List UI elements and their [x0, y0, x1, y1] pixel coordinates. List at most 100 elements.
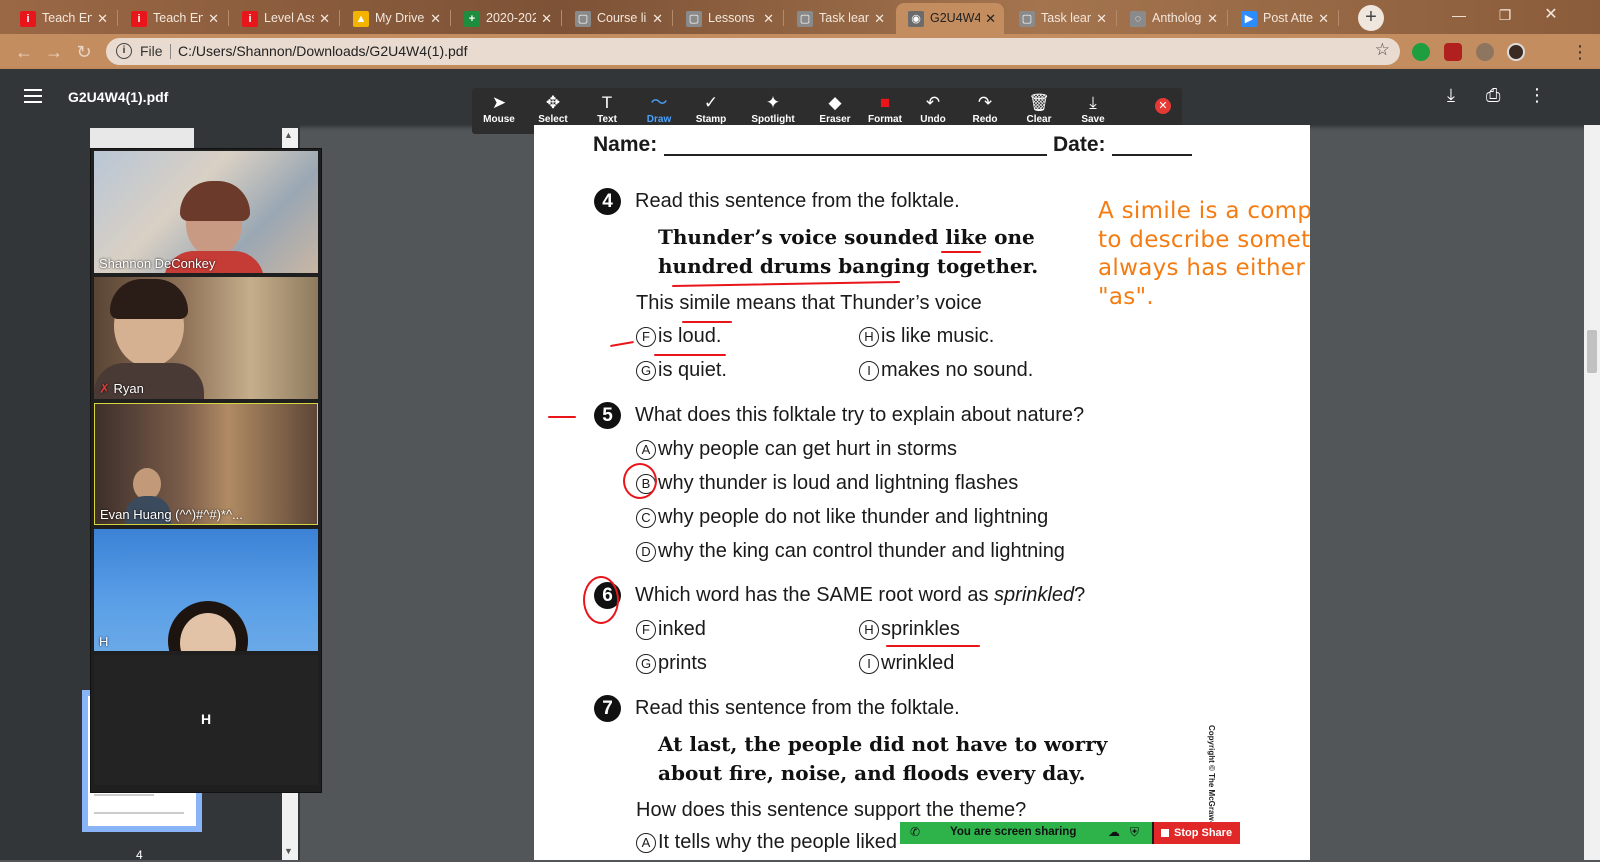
tool-label: Mouse — [483, 114, 515, 125]
scroll-down-icon[interactable]: ▼ — [284, 846, 293, 856]
format-icon: ■ — [879, 93, 891, 112]
page-thumbnail[interactable] — [90, 128, 194, 148]
share-status[interactable]: ✆ You are screen sharing ☁ ⛨ — [900, 822, 1152, 844]
tab-favicon-icon: ▢ — [1019, 11, 1035, 27]
browser-tab[interactable]: ◉ G2U4W4(✕ — [896, 3, 1004, 34]
print-icon[interactable]: ⎙ — [1486, 85, 1500, 106]
browser-tab[interactable]: ▲ My Drive ✕ — [341, 3, 449, 34]
main-scrollbar-thumb[interactable] — [1587, 330, 1597, 373]
divider — [170, 44, 171, 59]
tool-mouse[interactable]: ➤ Mouse — [472, 92, 526, 132]
option-a[interactable]: A It tells why the people liked — [636, 831, 897, 854]
restore-icon[interactable]: ❐ — [1482, 0, 1528, 30]
option-g[interactable]: Gprints — [636, 652, 707, 675]
prompt-italic-word: sprinkled — [994, 584, 1075, 606]
forward-icon[interactable]: → — [42, 40, 66, 64]
more-options-icon[interactable]: ⋮ — [1528, 85, 1546, 106]
tab-close-icon[interactable]: ✕ — [985, 3, 996, 34]
question-number: 7 — [594, 695, 621, 722]
quote-line: At last, the people did not have to worr… — [658, 732, 1108, 756]
option-text: why thunder is loud and lightning flashe… — [658, 472, 1019, 494]
option-b[interactable]: Bwhy thunder is loud and lightning flash… — [636, 472, 1018, 495]
info-icon[interactable]: i — [116, 43, 132, 59]
option-f[interactable]: Finked — [636, 618, 706, 641]
participant-name: Shannon DeConkey — [99, 256, 216, 271]
option-a[interactable]: Awhy people can get hurt in storms — [636, 438, 957, 461]
browser-tab[interactable]: i Teach En ✕ — [8, 3, 116, 34]
reload-icon[interactable]: ↻ — [72, 40, 96, 64]
browser-tab[interactable]: i Level Ass ✕ — [230, 3, 338, 34]
hamburger-menu-icon[interactable] — [24, 89, 42, 103]
option-g[interactable]: Gis quiet. — [636, 359, 727, 382]
tab-label: Course lis — [597, 11, 647, 25]
tab-label: Teach En — [42, 11, 92, 25]
browser-tab[interactable]: ▢ Task learn ✕ — [785, 3, 893, 34]
tab-favicon-icon: i — [20, 11, 36, 27]
tab-close-icon[interactable]: ✕ — [1318, 3, 1329, 34]
mouse-icon: ➤ — [491, 93, 507, 112]
question-number: 4 — [594, 188, 621, 215]
video-tile-evan[interactable]: Evan Huang (^^)#^#)*^... — [94, 403, 318, 525]
tab-separator — [672, 10, 673, 26]
close-window-icon[interactable]: ✕ — [1528, 0, 1574, 30]
more-menu-icon[interactable]: ⋮ — [1568, 40, 1592, 64]
annotation-text-note[interactable]: A simile is a comparison used to describ… — [1098, 197, 1310, 311]
tab-close-icon[interactable]: ✕ — [874, 3, 885, 34]
tab-close-icon[interactable]: ✕ — [652, 3, 663, 34]
tab-favicon-icon: ▢ — [797, 11, 813, 27]
tab-close-icon[interactable]: ✕ — [763, 3, 774, 34]
tab-close-icon[interactable]: ✕ — [1096, 3, 1107, 34]
option-letter: A — [636, 833, 656, 853]
tab-close-icon[interactable]: ✕ — [541, 3, 552, 34]
tab-close-icon[interactable]: ✕ — [430, 3, 441, 34]
ublock-icon[interactable] — [1444, 43, 1462, 61]
browser-tab[interactable]: ▶ Post Atte ✕ — [1229, 3, 1337, 34]
puzzle-icon[interactable] — [1476, 43, 1494, 61]
bookmark-star-icon[interactable]: ☆ — [1375, 40, 1390, 60]
tab-close-icon[interactable]: ✕ — [1207, 3, 1218, 34]
tab-favicon-icon: ◌ — [1130, 11, 1146, 27]
avatar[interactable] — [1507, 43, 1525, 61]
browser-tab[interactable]: ▢ Course lis ✕ — [563, 3, 671, 34]
video-tile-h[interactable]: H — [94, 529, 318, 651]
main-scrollbar[interactable] — [1584, 125, 1600, 860]
tab-label: Task learn — [819, 11, 869, 25]
tab-label: My Drive — [375, 11, 425, 25]
browser-tab[interactable]: i Teach En ✕ — [119, 3, 227, 34]
option-h[interactable]: Hsprinkles — [859, 618, 960, 641]
redo-icon: ↷ — [977, 93, 993, 112]
option-i[interactable]: Imakes no sound. — [859, 359, 1033, 382]
url-text[interactable]: C:/Users/Shannon/Downloads/G2U4W4(1).pdf — [178, 43, 467, 59]
option-f[interactable]: Fis loud. — [636, 325, 721, 348]
spotlight-icon: ✦ — [765, 93, 781, 112]
scroll-up-icon[interactable]: ▲ — [284, 130, 293, 140]
back-icon[interactable]: ← — [12, 40, 36, 64]
browser-tab[interactable]: ◌ Antholog ✕ — [1118, 3, 1226, 34]
new-tab-button[interactable]: + — [1358, 5, 1384, 31]
minimize-icon[interactable]: — — [1436, 0, 1482, 30]
option-c[interactable]: Cwhy people do not like thunder and ligh… — [636, 506, 1048, 529]
tab-separator — [561, 10, 562, 26]
tab-close-icon[interactable]: ✕ — [208, 3, 219, 34]
option-h[interactable]: His like music. — [859, 325, 994, 348]
browser-tab[interactable]: +2020-202 ✕ — [452, 3, 560, 34]
download-icon[interactable]: ⤓ — [1447, 85, 1455, 106]
video-tile-shannon[interactable]: Shannon DeConkey — [94, 151, 318, 273]
option-d[interactable]: Dwhy the king can control thunder and li… — [636, 540, 1065, 563]
address-bar[interactable]: i File C:/Users/Shannon/Downloads/G2U4W4… — [106, 38, 1400, 65]
close-annotation-icon[interactable]: ✕ — [1155, 98, 1171, 114]
stop-share-button[interactable]: Stop Share — [1154, 822, 1240, 844]
video-tile-ryan[interactable]: ✗ Ryan — [94, 277, 318, 399]
participant-name: Evan Huang (^^)#^#)*^... — [100, 507, 243, 522]
stamp-icon: ✓ — [703, 93, 719, 112]
option-letter: H — [859, 620, 879, 640]
tab-close-icon[interactable]: ✕ — [319, 3, 330, 34]
tab-close-icon[interactable]: ✕ — [97, 3, 108, 34]
option-i[interactable]: Iwrinkled — [859, 652, 954, 675]
extension-icon-green[interactable] — [1412, 43, 1430, 61]
video-tile-h-off[interactable]: H — [94, 655, 318, 785]
question-number: 5 — [594, 402, 621, 429]
browser-tab[interactable]: ▢ Lessons - ✕ — [674, 3, 782, 34]
tab-separator — [117, 10, 118, 26]
browser-tab[interactable]: ▢ Task learn ✕ — [1007, 3, 1115, 34]
